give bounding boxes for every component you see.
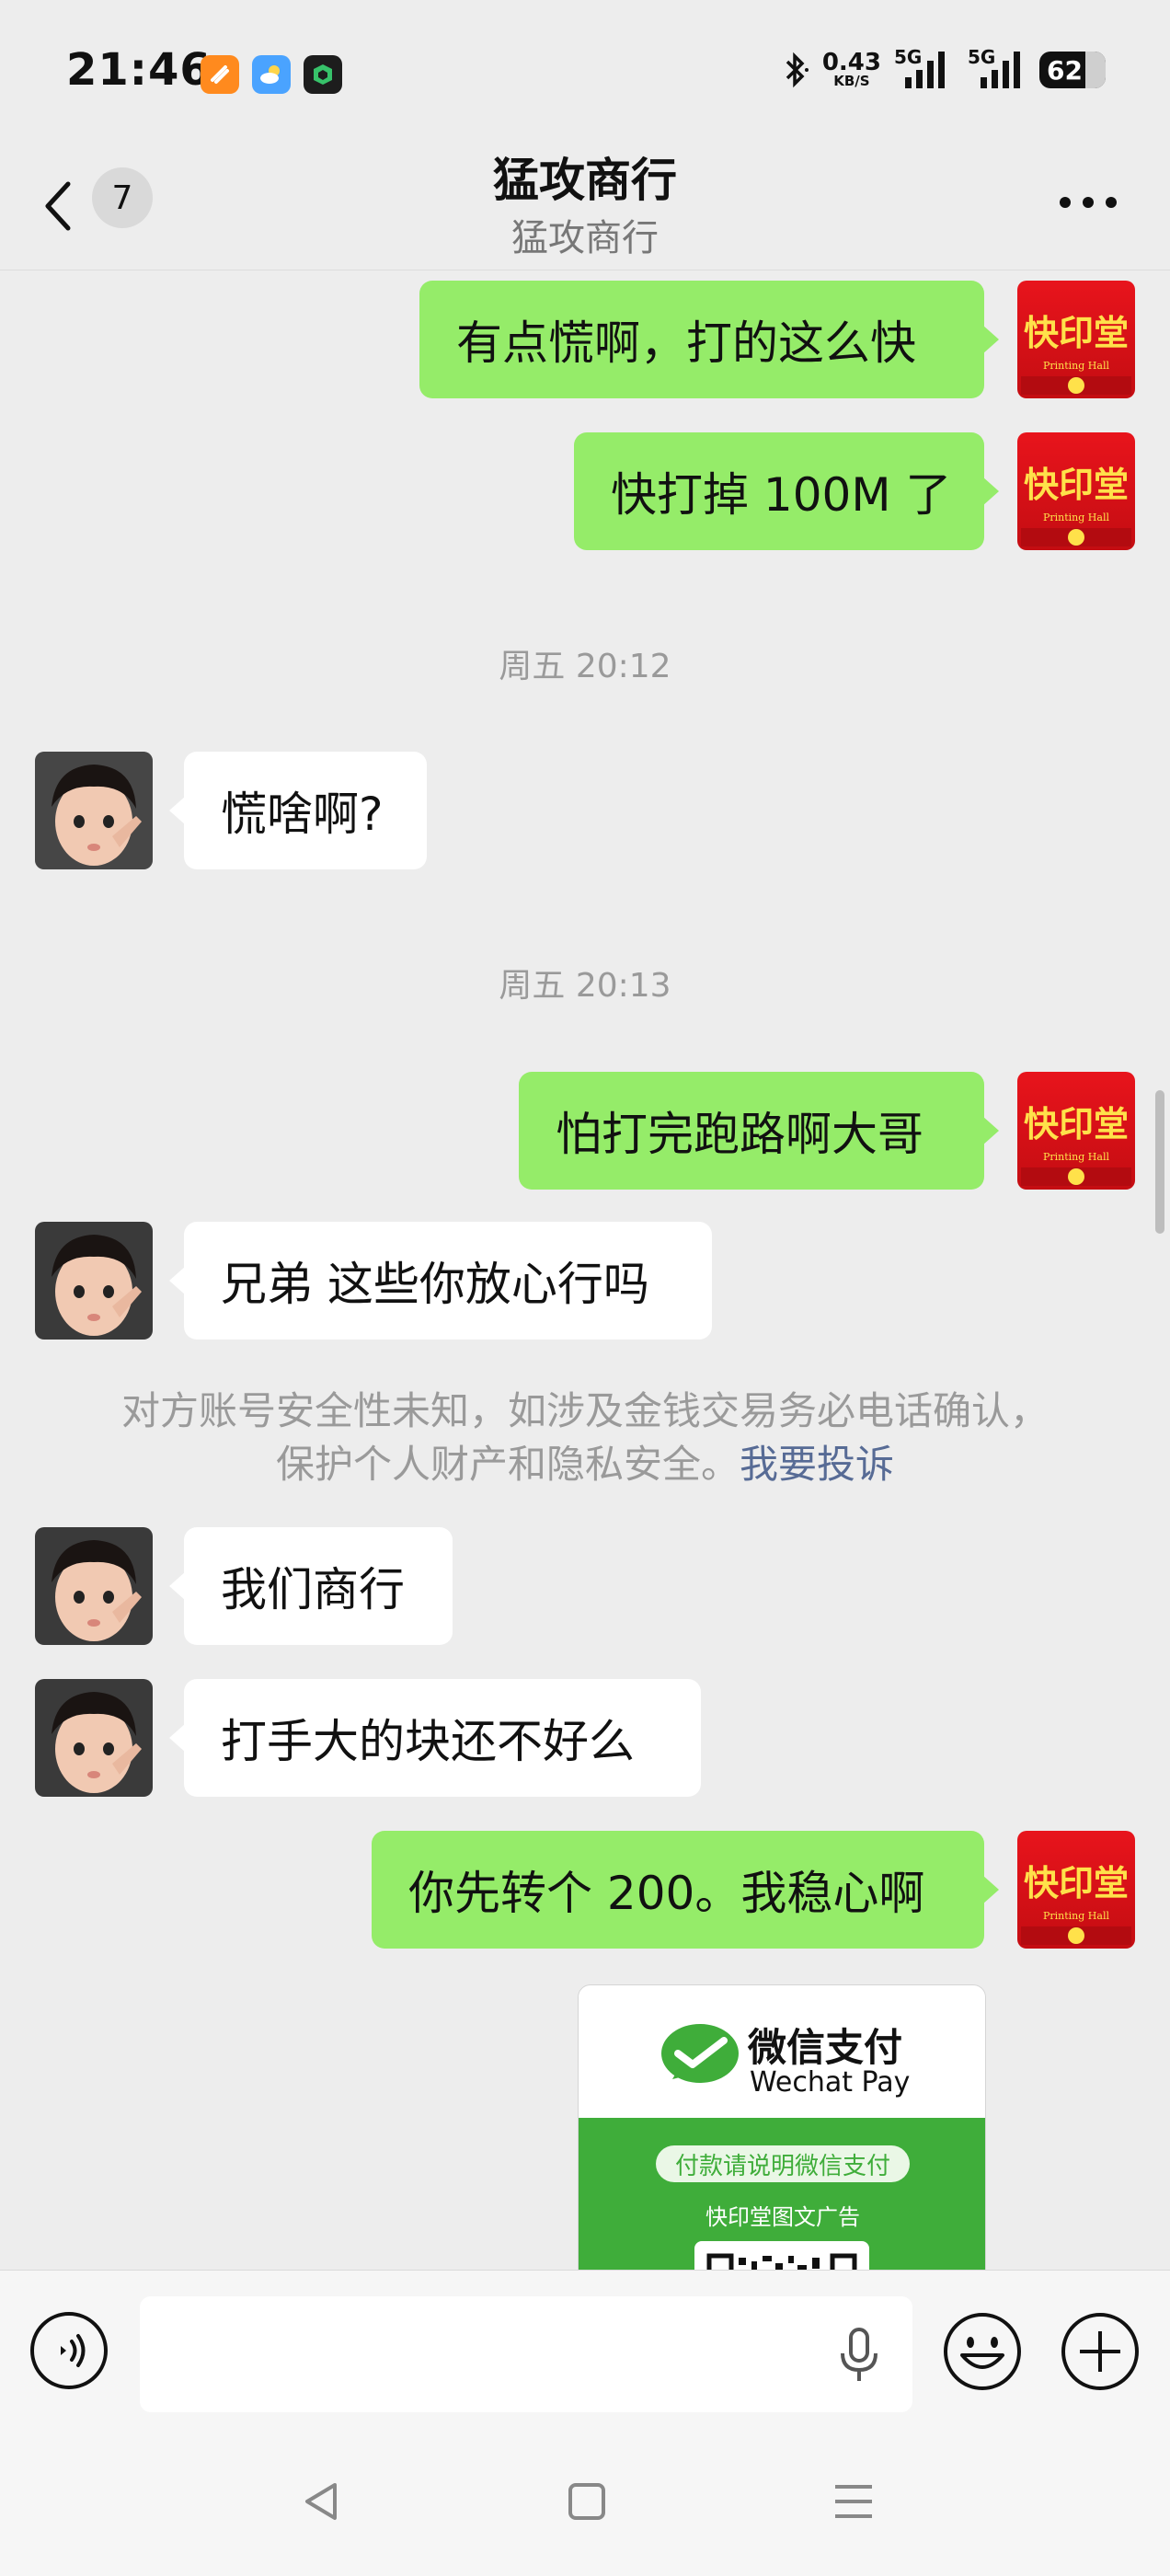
nav-back-button[interactable] [300, 2479, 344, 2524]
qr-code [694, 2241, 869, 2270]
microphone-icon [841, 2328, 878, 2381]
input-bar [0, 2270, 1170, 2417]
message-bubble-outgoing[interactable]: 快打掉 100M 了 [574, 432, 999, 550]
signal-icon [981, 52, 1020, 88]
svg-text:快印堂: 快印堂 [1024, 464, 1129, 505]
message-bubble-outgoing[interactable]: 有点慌啊，打的这么快 [419, 281, 999, 398]
more-options-button[interactable] [1056, 193, 1120, 212]
my-avatar[interactable]: 快印堂 Printing Hall [1017, 1831, 1135, 1949]
svg-text:Printing Hall: Printing Hall [1043, 360, 1109, 372]
status-time: 21:46 [66, 44, 212, 96]
svg-text:快印堂: 快印堂 [1024, 1103, 1129, 1144]
emoji-button[interactable] [942, 2311, 1023, 2392]
menu-lines-icon [835, 2485, 872, 2518]
notice-line: 保护个人财产和隐私安全。我要投诉 [275, 1442, 895, 1487]
nav-menu-button[interactable] [832, 2479, 876, 2524]
voice-input-button[interactable] [837, 2328, 881, 2383]
chat-header: 7 猛攻商行 猛攻商行 [0, 138, 1170, 270]
scrollbar[interactable] [1155, 1090, 1164, 1234]
chat-title: 猛攻商行 [493, 154, 677, 207]
child-photo-avatar [35, 1527, 153, 1645]
voice-mode-button[interactable] [29, 2311, 109, 2390]
pay-instruction: 付款请说明微信支付 [656, 2145, 910, 2182]
qr-code-icon [706, 2253, 857, 2270]
brand-logo-avatar: 快印堂 Printing Hall [1017, 1831, 1135, 1949]
message-text: 快打掉 100M 了 [611, 468, 952, 522]
more-functions-button[interactable] [1060, 2311, 1141, 2392]
svg-text:快印堂: 快印堂 [1024, 1862, 1129, 1903]
message-text: 打手大的块还不好么 [221, 1715, 635, 1768]
system-navigation-bar [0, 2417, 1170, 2576]
plus-icon [1061, 2313, 1139, 2390]
svg-text:Printing Hall: Printing Hall [1043, 1910, 1109, 1922]
notice-line: 对方账号安全性未知，如涉及金钱交易务必电话确认， [120, 1388, 1049, 1433]
system-icons: 0.43 KB/S 5G 5G 62 [782, 46, 1106, 90]
notification-icons [201, 55, 342, 94]
signal-icon [905, 52, 945, 88]
message-bubble-incoming[interactable]: 兄弟 这些你放心行吗 [169, 1222, 712, 1340]
pay-subtitle: Wechat Pay [750, 2066, 911, 2099]
child-photo-avatar [35, 1222, 153, 1340]
square-home-icon [568, 2483, 605, 2520]
svg-text:快印堂: 快印堂 [1024, 312, 1129, 353]
my-avatar[interactable]: 快印堂 Printing Hall [1017, 432, 1135, 550]
brand-logo-avatar: 快印堂 Printing Hall [1017, 1072, 1135, 1190]
weather-icon [252, 55, 291, 94]
nav-home-button[interactable] [565, 2479, 609, 2524]
pay-merchant-name: 快印堂图文广告 [705, 2204, 860, 2230]
svg-text:Printing Hall: Printing Hall [1043, 1151, 1109, 1163]
message-bubble-outgoing[interactable]: 你先转个 200。我稳心啊 [372, 1831, 999, 1949]
signal-strength-2: 5G [962, 46, 1027, 90]
message-bubble-outgoing[interactable]: 怕打完跑路啊大哥 [519, 1072, 999, 1190]
svg-text:Printing Hall: Printing Hall [1043, 512, 1109, 523]
app-notification-icon [201, 55, 239, 94]
message-text: 怕打完跑路啊大哥 [556, 1108, 923, 1161]
message-text: 有点慌啊，打的这么快 [456, 316, 916, 370]
message-list[interactable]: 有点慌啊，打的这么快 快印堂 Printing Hall 快打掉 100M 了 … [0, 271, 1170, 2270]
report-link[interactable]: 我要投诉 [740, 1442, 894, 1487]
message-text: 你先转个 200。我稳心啊 [408, 1867, 925, 1920]
contact-avatar[interactable] [35, 1679, 153, 1797]
smiley-icon [944, 2313, 1021, 2390]
message-text: 我们商行 [221, 1563, 405, 1616]
message-bubble-incoming[interactable]: 慌啥啊? [169, 752, 427, 869]
triangle-back-icon [305, 2483, 337, 2520]
pay-card-header: 微信支付 Wechat Pay [579, 1985, 985, 2118]
payment-qr-image[interactable]: 微信支付 Wechat Pay 付款请说明微信支付 快印堂图文广告 [578, 1984, 986, 2270]
battery-indicator: 62 [1039, 52, 1106, 88]
brand-logo-avatar: 快印堂 Printing Hall [1017, 432, 1135, 550]
contact-avatar[interactable] [35, 1527, 153, 1645]
status-bar: 21:46 0.43 KB/S 5G 5G 62 [0, 0, 1170, 147]
signal-strength-1: 5G [894, 46, 949, 90]
timestamp: 周五 20:13 [499, 967, 671, 1005]
child-photo-avatar [35, 1679, 153, 1797]
pay-title: 微信支付 [748, 2025, 903, 2070]
message-bubble-incoming[interactable]: 打手大的块还不好么 [169, 1679, 701, 1797]
bluetooth-icon [786, 52, 809, 88]
contact-avatar[interactable] [35, 1222, 153, 1340]
shield-app-icon [304, 55, 342, 94]
message-text: 慌啥啊? [221, 788, 384, 841]
chat-subtitle: 猛攻商行 [511, 217, 659, 259]
brand-logo-avatar: 快印堂 Printing Hall [1017, 281, 1135, 398]
message-text: 兄弟 这些你放心行吗 [221, 1258, 649, 1311]
message-bubble-incoming[interactable]: 我们商行 [169, 1527, 453, 1645]
child-photo-avatar [35, 752, 153, 869]
my-avatar[interactable]: 快印堂 Printing Hall [1017, 281, 1135, 398]
security-notice: 对方账号安全性未知，如涉及金钱交易务必电话确认， 保护个人财产和隐私安全。我要投… [55, 1385, 1115, 1491]
voice-icon [30, 2312, 108, 2389]
more-icon [1060, 197, 1117, 208]
network-speed: 0.43 KB/S [821, 49, 881, 89]
contact-avatar[interactable] [35, 752, 153, 869]
pay-card-body: 付款请说明微信支付 快印堂图文广告 [579, 2118, 985, 2270]
message-input[interactable] [140, 2296, 912, 2412]
my-avatar[interactable]: 快印堂 Printing Hall [1017, 1072, 1135, 1190]
timestamp: 周五 20:12 [499, 648, 671, 685]
wechat-pay-logo-icon [661, 2024, 739, 2083]
